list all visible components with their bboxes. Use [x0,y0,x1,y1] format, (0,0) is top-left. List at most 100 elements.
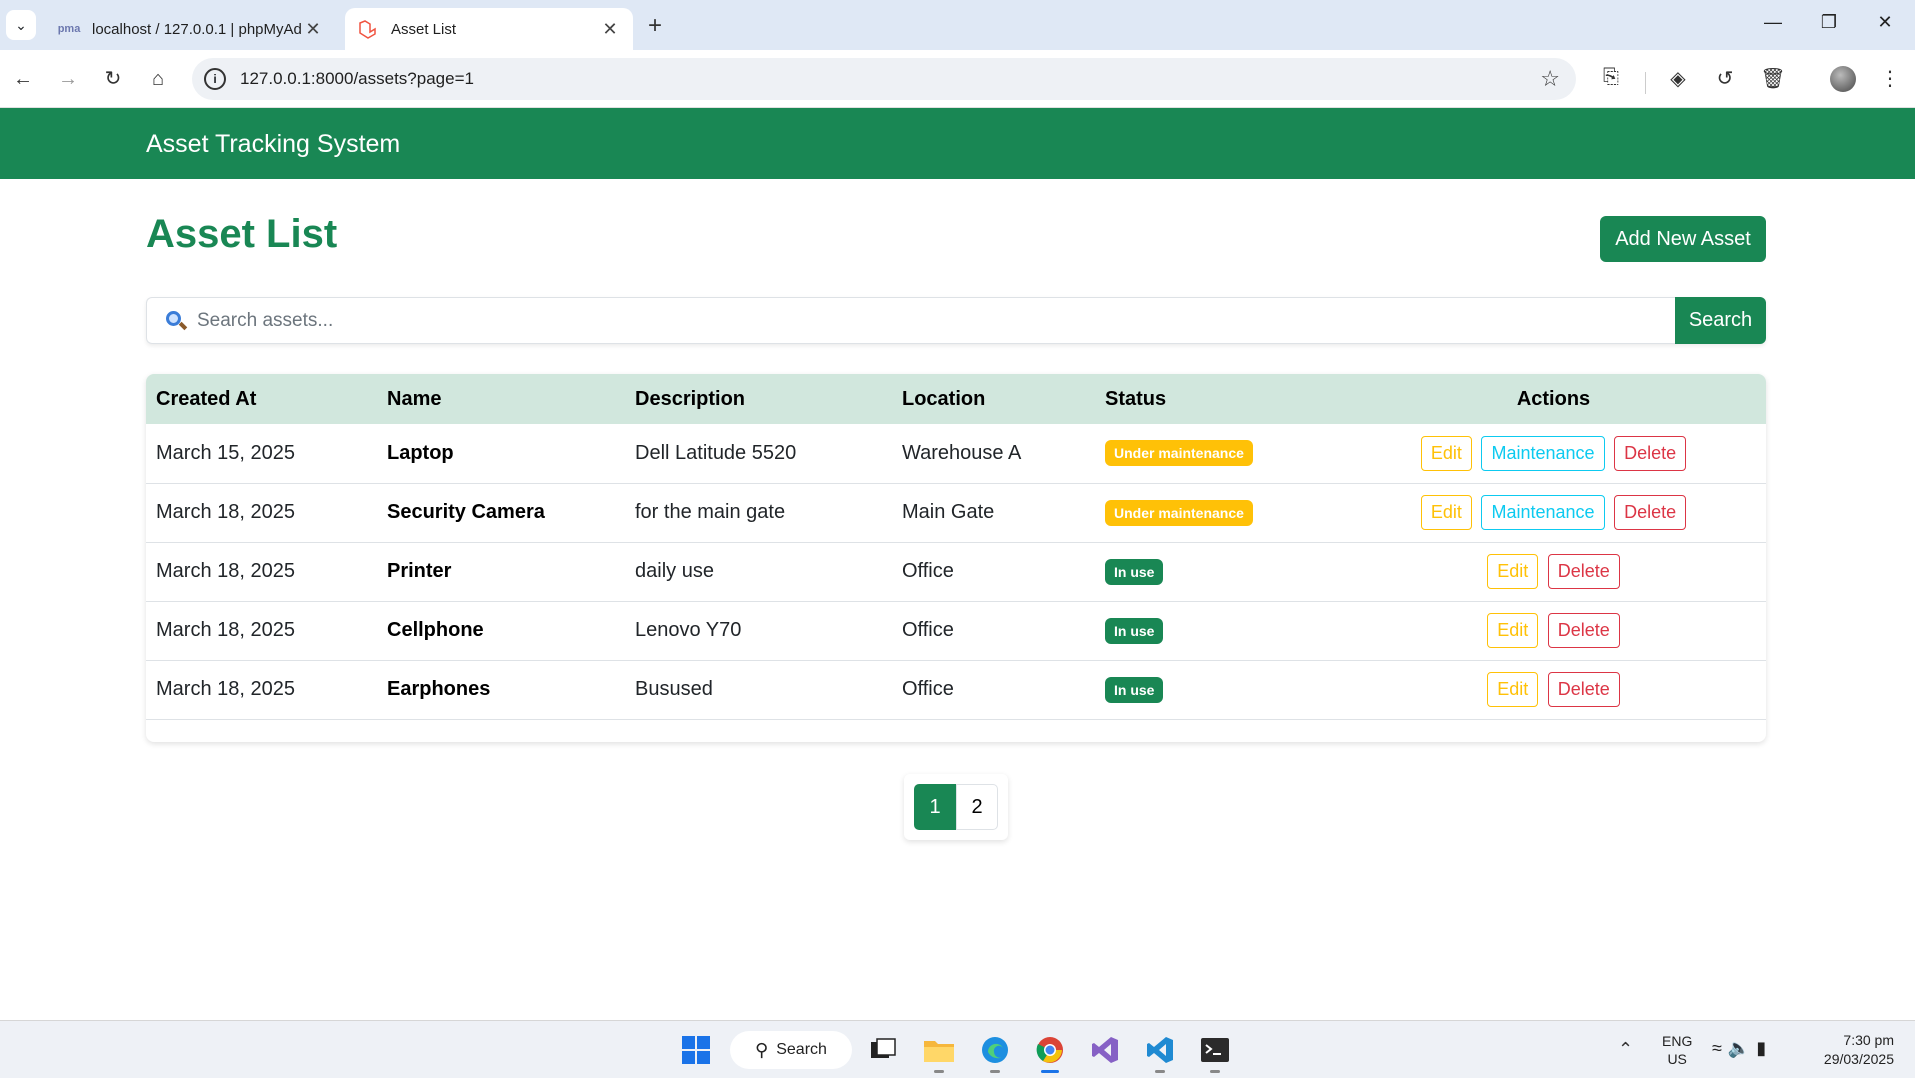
volume-icon: 🔈 [1727,1038,1757,1058]
status-badge: Under maintenance [1105,440,1253,467]
cell-location: Office [902,619,954,641]
cell-description: for the main gate [635,501,786,523]
maintenance-button[interactable]: Maintenance [1481,495,1605,530]
table-row: March 15, 2025 Laptop Dell Latitude 5520… [146,424,1766,483]
system-tray[interactable]: ≈🔈▮ [1712,1038,1772,1059]
app-brand[interactable]: Asset Tracking System [146,130,400,159]
search-form: Search [146,297,1766,344]
search-input[interactable] [197,309,1675,332]
status-badge: Under maintenance [1105,499,1253,526]
cell-location: Office [902,678,954,700]
new-tab-button[interactable]: + [648,12,662,40]
terminal-icon[interactable] [1198,1033,1232,1073]
header-actions: Actions [1516,387,1591,410]
cell-created-at: March 15, 2025 [156,441,295,464]
header-status[interactable]: Status [1095,374,1331,424]
cell-location: Warehouse A [902,441,1022,464]
status-badge: In use [1105,558,1164,585]
cell-name: Security Camera [387,501,545,523]
cell-name: Cellphone [387,619,484,641]
cell-description: Dell Latitude 5520 [635,441,797,464]
cell-description: Busused [635,678,713,700]
show-hidden-icons-icon[interactable]: ⌃ [1618,1039,1633,1060]
phpmyadmin-icon: pma [57,23,81,35]
cell-status: In use [1095,601,1331,660]
status-badge: In use [1105,676,1164,703]
reload-icon[interactable]: ↻ [98,64,128,94]
asset-table: Created At Name Description Location Sta… [146,374,1766,720]
visual-studio-icon[interactable] [1088,1033,1122,1067]
delete-button[interactable]: Delete [1547,672,1620,707]
edit-button[interactable]: Edit [1487,554,1539,589]
close-window-icon[interactable]: ✕ [1870,12,1900,33]
edit-button[interactable]: Edit [1420,435,1472,471]
header-description[interactable]: Description [625,374,892,424]
minimize-icon[interactable]: — [1758,12,1788,33]
delete-button[interactable]: Delete [1614,495,1687,530]
app-navbar: Asset Tracking System [0,108,1915,179]
page-1-button[interactable]: 1 [914,784,956,830]
table-row: March 18, 2025 Cellphone Lenovo Y70 Offi… [146,601,1766,660]
tab-search-button[interactable]: ⌄ [6,10,36,40]
battery-icon: ▮ [1756,1038,1773,1058]
back-icon[interactable]: ← [8,64,38,94]
search-button[interactable]: Search [1675,297,1766,344]
file-explorer-icon[interactable] [922,1033,956,1073]
taskbar-search-button[interactable]: ⚲ Search [730,1031,852,1069]
cell-name: Laptop [387,441,454,464]
system-clock[interactable]: 7:30 pm 29/03/2025 [1810,1031,1894,1069]
region-code: US [1667,1051,1687,1067]
cell-created-at: March 18, 2025 [156,560,295,582]
status-badge: In use [1105,617,1164,644]
running-indicator [934,1070,944,1073]
restore-icon[interactable]: ❐ [1814,12,1844,33]
toolbar-divider [1645,72,1646,94]
cell-name: Printer [387,560,452,582]
incognito-icon[interactable]: ◈ [1664,66,1692,91]
running-indicator [1155,1070,1165,1073]
cell-actions: Edit Delete [1331,601,1766,660]
home-icon[interactable]: ⌂ [143,64,173,94]
tab-title: Asset List [391,20,457,38]
table-row: March 18, 2025 Printer daily use Office … [146,542,1766,601]
edit-button[interactable]: Edit [1487,613,1539,648]
language-indicator[interactable]: ENG US [1662,1032,1692,1068]
profile-avatar[interactable] [1830,66,1856,92]
edge-icon[interactable] [978,1033,1012,1073]
tab-phpmyadmin[interactable]: pma localhost / 127.0.0.1 | phpMyAdmin ✕ [46,8,336,50]
table-row: March 18, 2025 Security Camera for the m… [146,483,1766,542]
delete-button[interactable]: Delete [1547,554,1620,589]
cell-location: Main Gate [902,501,995,523]
extensions-icon[interactable]: ⎘ [1597,66,1625,89]
header-location[interactable]: Location [892,374,1095,424]
cell-status: In use [1095,542,1331,601]
history-icon[interactable]: ↺ [1711,66,1739,91]
bookmark-star-icon[interactable]: ☆ [1540,66,1560,92]
delete-button[interactable]: Delete [1547,613,1620,648]
chrome-icon[interactable] [1033,1033,1067,1073]
windows-start-icon[interactable] [679,1033,713,1067]
page-2-button[interactable]: 2 [956,784,998,830]
cell-created-at: March 18, 2025 [156,501,295,523]
close-icon[interactable]: ✕ [599,19,621,40]
task-view-icon[interactable] [866,1033,900,1067]
forward-icon[interactable]: → [53,64,83,94]
vscode-icon[interactable] [1143,1033,1177,1073]
trash-icon[interactable]: 🗑 [1759,66,1787,91]
delete-button[interactable]: Delete [1614,435,1687,471]
cell-actions: Edit Maintenance Delete [1331,483,1766,542]
maintenance-button[interactable]: Maintenance [1481,435,1605,471]
address-bar[interactable]: i 127.0.0.1:8000/assets?page=1 ☆ [192,58,1576,100]
edit-button[interactable]: Edit [1487,672,1539,707]
add-new-asset-button[interactable]: Add New Asset [1600,216,1766,262]
search-field [146,297,1675,344]
site-info-icon[interactable]: i [204,68,226,90]
language-code: ENG [1662,1033,1693,1049]
header-created-at[interactable]: Created At [146,374,377,424]
more-menu-icon[interactable]: ⋮ [1876,66,1904,91]
close-icon[interactable]: ✕ [302,19,324,40]
header-name[interactable]: Name [377,374,625,424]
edit-button[interactable]: Edit [1420,495,1472,530]
clock-time: 7:30 pm [1843,1032,1894,1048]
tab-asset-list[interactable]: Asset List ✕ [345,8,633,50]
